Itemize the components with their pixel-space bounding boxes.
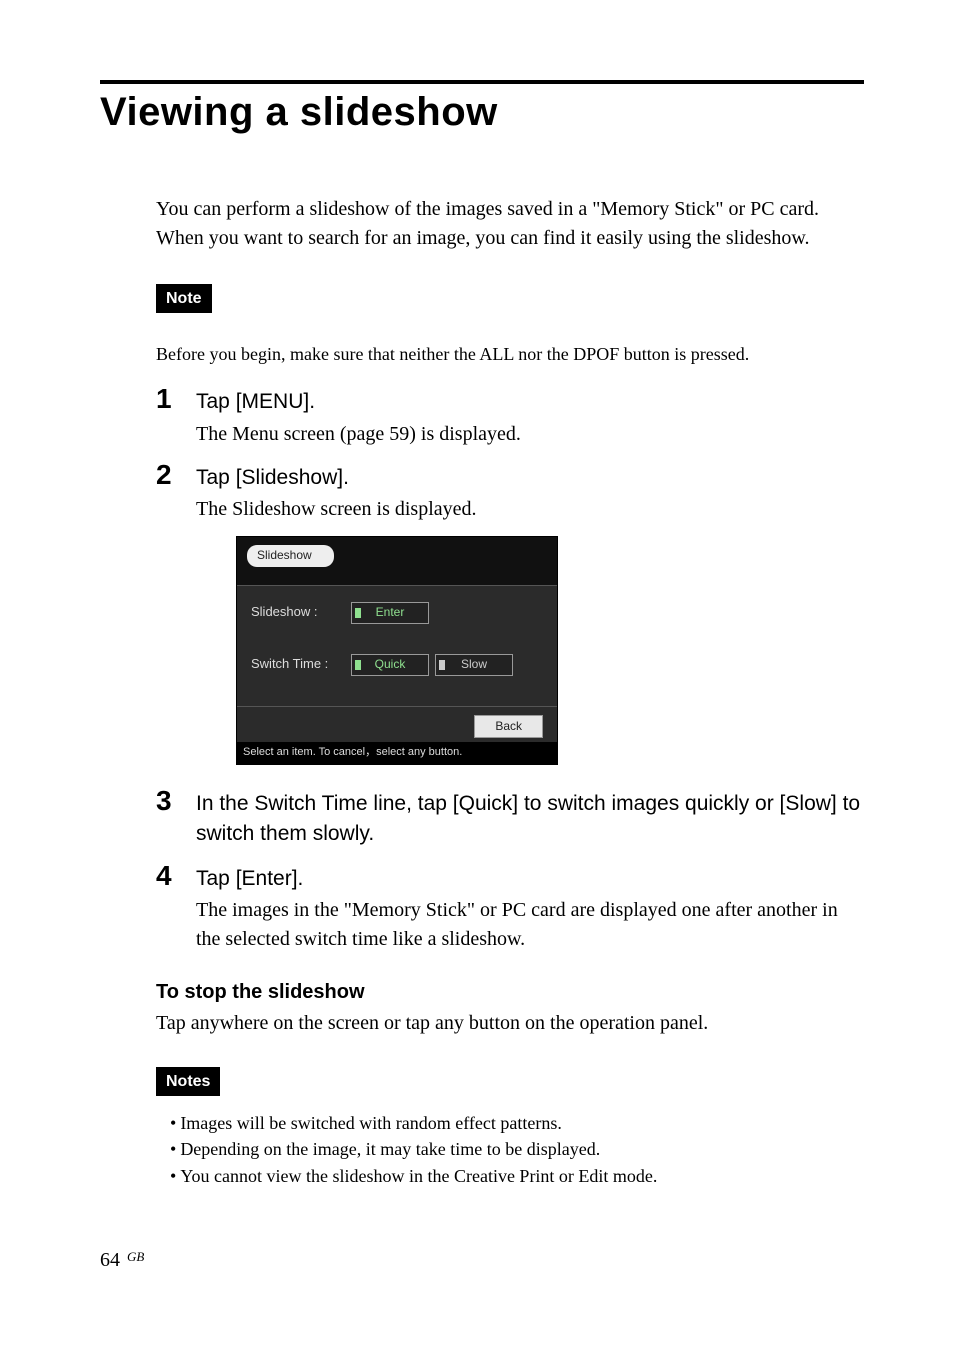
step-title: In the Switch Time line, tap [Quick] to …	[196, 789, 864, 850]
ui-label-slideshow: Slideshow :	[251, 603, 351, 622]
heading-rule	[100, 80, 864, 84]
quick-button-label: Quick	[375, 656, 406, 673]
intro-paragraph: You can perform a slideshow of the image…	[156, 195, 864, 253]
note-text: Before you begin, make sure that neither…	[156, 341, 864, 367]
step-number: 1	[156, 379, 172, 420]
step-title: Tap [Enter].	[196, 864, 864, 894]
body-block: You can perform a slideshow of the image…	[156, 195, 864, 1189]
step-body: The images in the "Memory Stick" or PC c…	[196, 896, 864, 954]
ui-label-switch-time: Switch Time :	[251, 655, 351, 674]
slideshow-ui-mock: Slideshow Slideshow : Enter Switch Time …	[236, 536, 558, 765]
page-number: 64 GB	[100, 1249, 144, 1272]
page-region: GB	[127, 1249, 144, 1264]
step-2: 2 Tap [Slideshow]. The Slideshow screen …	[156, 463, 864, 765]
step-title: Tap [Slideshow].	[196, 463, 864, 493]
notes-badge: Notes	[156, 1067, 220, 1096]
note-bullet: You cannot view the slideshow in the Cre…	[170, 1163, 864, 1189]
note-badge: Note	[156, 284, 212, 313]
step-4: 4 Tap [Enter]. The images in the "Memory…	[156, 864, 864, 954]
step-number: 2	[156, 455, 172, 496]
page-title: Viewing a slideshow	[100, 90, 864, 135]
slideshow-tab[interactable]: Slideshow	[247, 545, 334, 566]
steps-list: 1 Tap [MENU]. The Menu screen (page 59) …	[156, 387, 864, 954]
enter-button[interactable]: Enter	[351, 602, 429, 624]
note-bullet: Images will be switched with random effe…	[170, 1110, 864, 1136]
step-1: 1 Tap [MENU]. The Menu screen (page 59) …	[156, 387, 864, 448]
page-number-value: 64	[100, 1249, 120, 1271]
tick-icon	[355, 608, 361, 618]
ui-body: Slideshow : Enter Switch Time : Quick Sl…	[237, 586, 557, 706]
stop-slideshow-heading: To stop the slideshow	[156, 978, 864, 1007]
quick-button[interactable]: Quick	[351, 654, 429, 676]
ui-header: Slideshow	[237, 537, 557, 585]
notes-list: Images will be switched with random effe…	[170, 1110, 864, 1188]
slow-button[interactable]: Slow	[435, 654, 513, 676]
ui-footer: Back	[237, 706, 557, 742]
back-button[interactable]: Back	[474, 715, 543, 738]
step-title: Tap [MENU].	[196, 387, 864, 417]
step-number: 4	[156, 856, 172, 897]
ui-row-switch-time: Switch Time : Quick Slow	[251, 654, 543, 676]
slow-button-label: Slow	[461, 656, 487, 673]
step-body: The Slideshow screen is displayed.	[196, 495, 864, 524]
stop-slideshow-body: Tap anywhere on the screen or tap any bu…	[156, 1009, 864, 1038]
tick-icon	[355, 660, 361, 670]
ui-hint: Select an item. To cancel，select any but…	[237, 742, 557, 764]
ui-row-slideshow: Slideshow : Enter	[251, 602, 543, 624]
step-number: 3	[156, 781, 172, 822]
enter-button-label: Enter	[376, 604, 405, 621]
step-3: 3 In the Switch Time line, tap [Quick] t…	[156, 789, 864, 850]
step-body: The Menu screen (page 59) is displayed.	[196, 420, 864, 449]
tick-icon	[439, 660, 445, 670]
manual-page: Viewing a slideshow You can perform a sl…	[0, 0, 954, 1352]
note-bullet: Depending on the image, it may take time…	[170, 1136, 864, 1162]
